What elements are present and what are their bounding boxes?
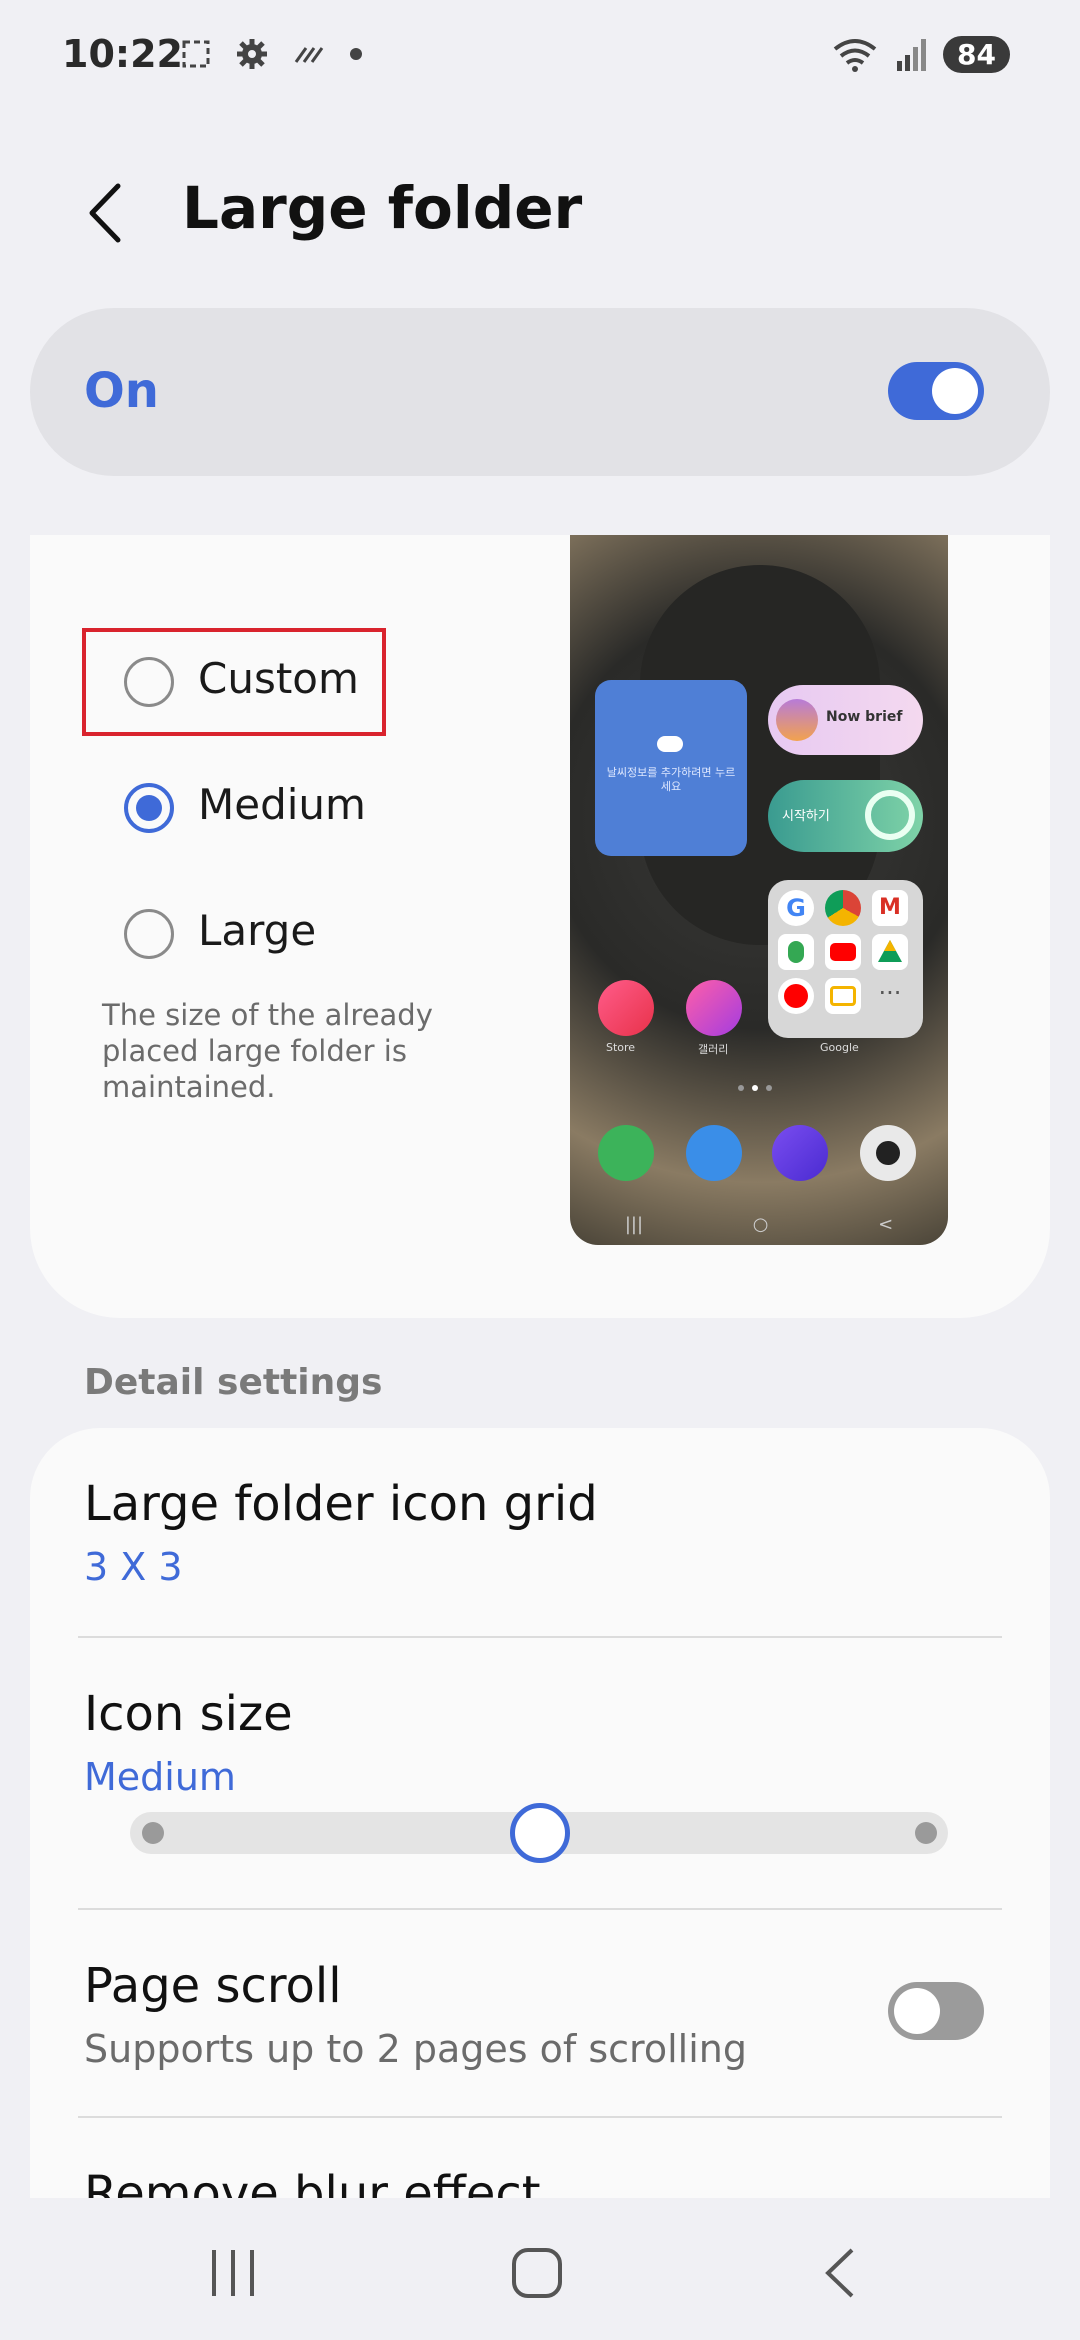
radio-large[interactable] xyxy=(124,909,174,959)
store-label: Store xyxy=(606,1041,636,1054)
radio-custom[interactable] xyxy=(124,657,174,707)
toggle-knob xyxy=(932,368,978,414)
preview-recent-icon: ||| xyxy=(624,1213,644,1235)
start-widget: 시작하기 xyxy=(768,780,923,852)
page-indicator xyxy=(738,1085,772,1091)
slider-step-min xyxy=(142,1822,164,1844)
page-scroll-title[interactable]: Page scroll xyxy=(84,1958,342,2014)
preview-home-icon: ○ xyxy=(752,1213,769,1235)
status-icons-right: 84 xyxy=(831,36,1010,73)
messages-app-icon xyxy=(686,1125,742,1181)
wifi-icon xyxy=(833,38,877,72)
google-folder: G M ··· xyxy=(768,880,923,1038)
gallery-label: 갤러리 xyxy=(698,1043,729,1056)
internet-app-icon xyxy=(772,1125,828,1181)
radio-label-medium[interactable]: Medium xyxy=(198,780,366,829)
master-switch-label: On xyxy=(84,363,159,419)
store-app-icon xyxy=(598,980,654,1036)
start-label: 시작하기 xyxy=(782,809,830,824)
size-note: The size of the already placed large fol… xyxy=(102,998,433,1104)
back-icon[interactable] xyxy=(78,178,138,248)
icon-size-title: Icon size xyxy=(84,1686,293,1742)
weather-hint: 날씨정보를 추가하려면 누르세요 xyxy=(606,766,736,793)
camera-app-icon xyxy=(860,1125,916,1181)
now-brief-label: Now brief xyxy=(826,709,903,725)
toggle-knob xyxy=(894,1988,940,2034)
signal-icon xyxy=(897,38,927,71)
gmail-app-icon: M xyxy=(872,890,908,926)
screenshot-icon xyxy=(182,40,210,68)
nfc-icon xyxy=(294,47,324,63)
drive-app-icon xyxy=(872,934,908,970)
status-time: 10:22 xyxy=(62,32,183,76)
battery-level: 84 xyxy=(943,36,1010,73)
preview-back-icon: < xyxy=(878,1213,894,1235)
icon-size-slider-thumb[interactable] xyxy=(510,1803,570,1863)
slider-step-max xyxy=(915,1822,937,1844)
weather-widget: 날씨정보를 추가하려면 누르세요 xyxy=(595,680,747,856)
grid-setting-value: 3 X 3 xyxy=(84,1545,183,1589)
gear-icon xyxy=(237,39,267,69)
radio-label-large[interactable]: Large xyxy=(198,906,316,955)
status-icons-left xyxy=(178,36,366,72)
phone-app-icon xyxy=(598,1125,654,1181)
youtube-app-icon xyxy=(825,934,861,970)
divider xyxy=(78,2116,1002,2118)
grid-setting-title[interactable]: Large folder icon grid xyxy=(84,1476,598,1532)
page-scroll-subtitle: Supports up to 2 pages of scrolling xyxy=(84,2027,747,2071)
preview-navbar: ||| ○ < xyxy=(570,1203,948,1245)
page-title: Large folder xyxy=(182,174,583,242)
nav-back-icon[interactable] xyxy=(820,2246,860,2300)
fingerprint-icon xyxy=(865,790,915,840)
navigation-bar xyxy=(0,2198,1080,2340)
master-toggle[interactable] xyxy=(888,362,984,420)
home-preview: 날씨정보를 추가하려면 누르세요 Now brief 시작하기 G M ··· … xyxy=(570,535,948,1245)
maps-app-icon xyxy=(778,934,814,970)
divider xyxy=(78,1908,1002,1910)
tv-app-icon xyxy=(825,978,861,1014)
now-brief-widget: Now brief xyxy=(768,685,923,755)
radio-label-custom[interactable]: Custom xyxy=(198,654,359,703)
icon-size-value: Medium xyxy=(84,1755,236,1799)
radio-medium[interactable] xyxy=(124,783,174,833)
divider xyxy=(78,1636,1002,1638)
sun-icon xyxy=(776,699,818,741)
notification-dot-icon xyxy=(350,48,362,60)
gallery-app-icon xyxy=(686,980,742,1036)
more-icon: ··· xyxy=(878,979,902,1007)
google-app-icon: G xyxy=(778,890,814,926)
page-scroll-toggle[interactable] xyxy=(888,1982,984,2040)
recent-apps-icon[interactable] xyxy=(208,2246,258,2300)
chrome-app-icon xyxy=(825,890,861,926)
google-folder-label: Google xyxy=(820,1041,859,1054)
ytmusic-app-icon xyxy=(778,978,814,1014)
section-header-detail: Detail settings xyxy=(84,1362,383,1403)
home-icon[interactable] xyxy=(510,2246,564,2300)
cloud-icon xyxy=(657,736,683,752)
